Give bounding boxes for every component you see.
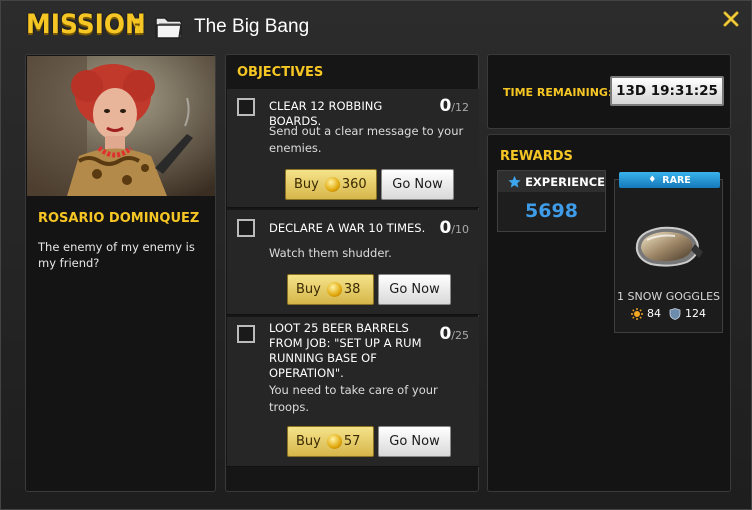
rare-label: RARE xyxy=(662,174,691,186)
objectives-panel: OBJECTIVES CLEAR 12 ROBBING BOARDS. 0/12… xyxy=(225,54,479,492)
go-now-button[interactable]: Go Now xyxy=(381,169,454,200)
mission-label: MISSION xyxy=(26,9,146,40)
buy-price: 57 xyxy=(343,434,361,449)
objective-checkbox[interactable] xyxy=(237,219,255,237)
go-now-button[interactable]: Go Now xyxy=(378,274,451,305)
character-panel: ROSARIO DOMINQUEZ The enemy of my enemy … xyxy=(25,54,216,492)
experience-header: EXPERIENCE xyxy=(498,171,605,192)
item-stats: 84 124 xyxy=(615,307,722,320)
objective-item: LOOT 25 BEER BARRELS FROM JOB: "SET UP A… xyxy=(227,317,479,467)
rewards-panel: REWARDS EXPERIENCE 5698 ♦ RARE 1 SNOW GO… xyxy=(487,134,731,492)
character-name: ROSARIO DOMINQUEZ xyxy=(38,211,200,226)
buy-button[interactable]: Buy 360 xyxy=(285,169,377,200)
character-portrait xyxy=(27,56,215,196)
item-reward-card[interactable]: ♦ RARE 1 SNOW GOGGLES 84 124 xyxy=(614,172,723,333)
progress-value: 0 xyxy=(439,96,452,116)
folder-icon xyxy=(155,17,182,39)
objective-checkbox[interactable] xyxy=(237,98,255,116)
progress-total: /12 xyxy=(451,101,469,114)
coin-icon xyxy=(326,434,342,449)
mission-name: The Big Bang xyxy=(194,16,310,37)
buy-button[interactable]: Buy 57 xyxy=(287,426,374,457)
progress-value: 0 xyxy=(439,218,452,238)
rewards-title: REWARDS xyxy=(500,149,573,164)
snow-goggles-image xyxy=(635,226,703,267)
time-panel: TIME REMAINING: 13D 19:31:25 xyxy=(487,54,731,129)
mission-window: MISSION : The Big Bang ROSARIO DOMINQUEZ… xyxy=(0,0,752,510)
experience-label: EXPERIENCE xyxy=(525,174,605,189)
objective-progress: 0/12 xyxy=(439,96,469,116)
progress-value: 0 xyxy=(439,324,452,344)
buy-label: Buy xyxy=(296,434,321,449)
time-remaining-value: 13D 19:31:25 xyxy=(610,76,724,106)
objective-description: You need to take care of your troops. xyxy=(269,383,438,414)
objective-progress: 0/25 xyxy=(439,324,469,344)
title-bar: MISSION : The Big Bang xyxy=(1,1,751,51)
shield-icon xyxy=(669,307,681,320)
character-quote: The enemy of my enemy is my friend? xyxy=(38,240,195,270)
experience-value: 5698 xyxy=(525,200,578,222)
progress-total: /10 xyxy=(451,223,469,236)
rare-badge: ♦ RARE xyxy=(619,172,720,188)
objective-progress: 0/10 xyxy=(439,218,469,238)
objective-description: Send out a clear message to your enemies… xyxy=(269,124,464,155)
defense-value: 124 xyxy=(685,307,706,320)
mission-colon: : xyxy=(132,9,143,40)
buy-price: 360 xyxy=(341,177,367,192)
objective-checkbox[interactable] xyxy=(237,325,255,343)
attack-icon xyxy=(631,307,643,320)
objectives-title: OBJECTIVES xyxy=(237,65,324,80)
objective-name: LOOT 25 BEER BARRELS FROM JOB: "SET UP A… xyxy=(269,321,422,380)
buy-price: 38 xyxy=(343,282,361,297)
progress-total: /25 xyxy=(451,329,469,342)
objective-item: CLEAR 12 ROBBING BOARDS. 0/12 Send out a… xyxy=(227,89,479,208)
objective-item: DECLARE A WAR 10 TIMES. 0/10 Watch them … xyxy=(227,210,479,315)
buy-button[interactable]: Buy 38 xyxy=(287,274,374,305)
attack-value: 84 xyxy=(647,307,661,320)
close-icon[interactable] xyxy=(723,11,739,27)
objective-name: DECLARE A WAR 10 TIMES. xyxy=(269,221,426,235)
item-name: 1 SNOW GOGGLES xyxy=(616,290,721,303)
coin-icon xyxy=(326,282,342,297)
experience-reward: EXPERIENCE 5698 xyxy=(497,170,606,232)
go-now-button[interactable]: Go Now xyxy=(378,426,451,457)
coin-icon xyxy=(324,177,340,192)
buy-label: Buy xyxy=(296,282,321,297)
star-icon xyxy=(508,175,521,188)
objective-description: Watch them shudder. xyxy=(269,246,392,260)
time-remaining-label: TIME REMAINING: xyxy=(503,86,613,99)
diamond-icon: ♦ xyxy=(648,175,657,185)
buy-label: Buy xyxy=(294,177,319,192)
